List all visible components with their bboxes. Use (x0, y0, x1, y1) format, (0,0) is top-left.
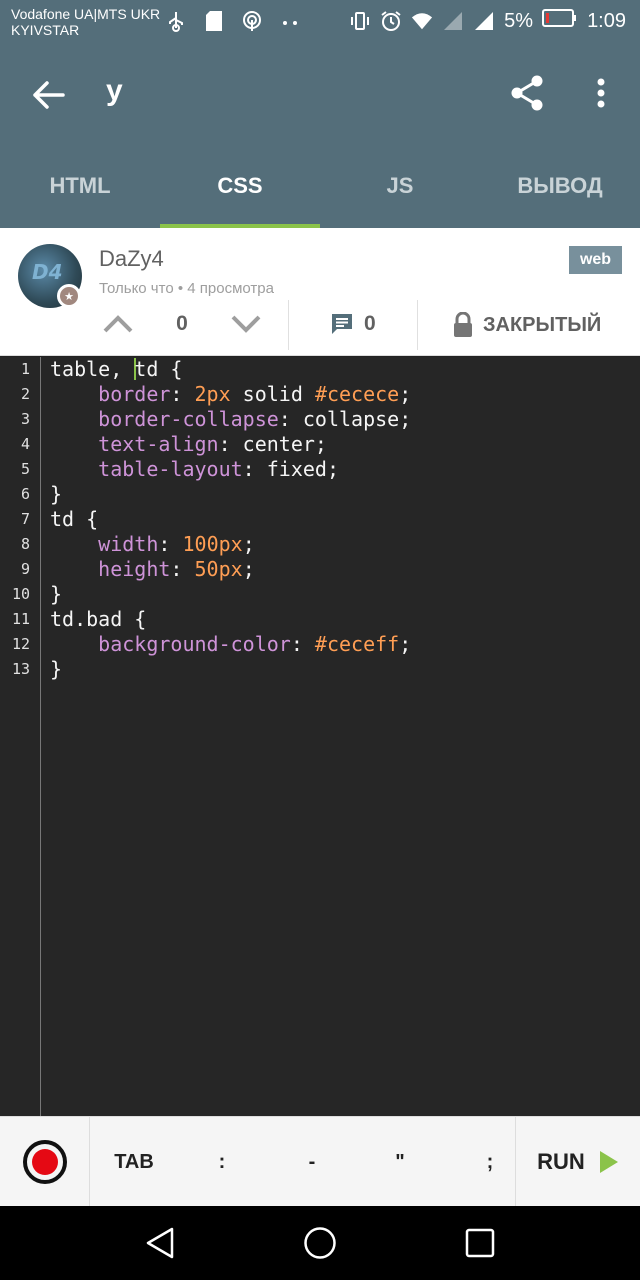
nav-recents-icon (465, 1228, 495, 1258)
quick-keys-bar: TAB : - " ; RUN (0, 1116, 640, 1207)
code-line: 2 border: 2px solid #cecece; (0, 382, 640, 407)
record-button[interactable] (0, 1117, 90, 1207)
author-name[interactable]: DaZy4 (99, 246, 164, 272)
arrow-back-icon (33, 81, 65, 109)
more-vert-icon (597, 78, 605, 108)
line-number: 5 (20, 460, 30, 478)
comment-count: 0 (364, 312, 376, 335)
key-semicolon[interactable]: ; (470, 1117, 510, 1207)
code-line: 7 td { (0, 507, 640, 532)
code-line: 8 width: 100px; (0, 532, 640, 557)
line-number: 3 (20, 410, 30, 428)
comments-button[interactable]: 0 (330, 312, 376, 336)
code-line: 4 text-align: center; (0, 432, 640, 457)
line-number: 7 (20, 510, 30, 528)
share-icon (511, 75, 543, 111)
line-number: 6 (20, 485, 30, 503)
vote-count: 0 (176, 312, 188, 335)
battery-percent: 5% (504, 9, 534, 32)
line-number: 11 (11, 610, 30, 628)
more-notifications-icon (279, 10, 301, 32)
nav-back-icon (146, 1227, 174, 1259)
key-dash[interactable]: - (292, 1117, 332, 1207)
battery-icon (542, 8, 578, 34)
line-number: 1 (20, 360, 30, 378)
line-number: 13 (11, 660, 30, 678)
code-line: 13 } (0, 657, 640, 682)
tab-css[interactable]: CSS (160, 144, 320, 228)
nav-back-button[interactable] (140, 1223, 180, 1263)
run-label: RUN (537, 1149, 585, 1174)
line-number: 9 (20, 560, 30, 578)
wifi-icon (411, 10, 433, 32)
run-button[interactable]: RUN (516, 1117, 640, 1207)
hotspot-icon (241, 10, 263, 32)
avatar-initials: D4 (32, 260, 63, 284)
signal-icon-1 (442, 10, 464, 32)
play-icon (599, 1151, 618, 1173)
line-number: 12 (11, 635, 30, 653)
clock: 1:09 (587, 9, 626, 32)
record-icon (22, 1140, 67, 1184)
more-options-button[interactable] (580, 72, 622, 114)
comment-icon (332, 314, 352, 334)
system-navigation-bar (0, 1206, 640, 1280)
tab-output[interactable]: ВЫВОД (480, 144, 640, 228)
language-tag: web (569, 246, 622, 274)
line-number: 8 (20, 535, 30, 553)
nav-home-button[interactable] (300, 1223, 340, 1263)
divider (417, 300, 418, 350)
nav-recents-button[interactable] (460, 1223, 500, 1263)
app-toolbar: y HTML CSS JS ВЫВОД (0, 44, 640, 228)
tab-html[interactable]: HTML (0, 144, 160, 228)
carrier-name: Vodafone UA|MTS UKR KYIVSTAR (11, 6, 161, 38)
key-quote[interactable]: " (380, 1117, 420, 1207)
nav-home-icon (304, 1227, 336, 1259)
post-meta: Только что • 4 просмотра (99, 280, 274, 297)
sd-card-icon (203, 10, 225, 32)
tab-js[interactable]: JS (320, 144, 480, 228)
code-editor[interactable]: 1 table, td { 2 border: 2px solid #cecec… (0, 357, 640, 1116)
share-button[interactable] (506, 72, 548, 114)
divider (288, 300, 289, 350)
line-number: 2 (20, 385, 30, 403)
downvote-button[interactable] (228, 306, 264, 342)
lock-icon (454, 312, 472, 337)
post-actions: 0 0 ЗАКРЫТЫЙ (0, 300, 640, 350)
locked-label: ЗАКРЫТЫЙ (483, 313, 602, 336)
alarm-icon (380, 10, 402, 32)
back-button[interactable] (28, 74, 70, 116)
signal-icon-2 (473, 10, 495, 32)
chevron-up-icon (103, 315, 133, 333)
upvote-button[interactable] (100, 306, 136, 342)
code-line: 6 } (0, 482, 640, 507)
code-line: 9 height: 50px; (0, 557, 640, 582)
key-tab[interactable]: TAB (104, 1117, 164, 1207)
usb-icon (165, 10, 187, 32)
editor-tabs: HTML CSS JS ВЫВОД (0, 144, 640, 228)
code-line: 1 table, td { (0, 357, 640, 382)
notification-icons (165, 10, 301, 32)
post-header: D4 ★ DaZy4 Только что • 4 просмотра web … (0, 228, 640, 356)
code-line: 11 td.bad { (0, 607, 640, 632)
line-number: 10 (11, 585, 30, 603)
system-icons: 5% 1:09 (349, 8, 626, 34)
code-line: 3 border-collapse: collapse; (0, 407, 640, 432)
chevron-down-icon (231, 315, 261, 333)
page-title: y (106, 74, 123, 107)
status-bar: Vodafone UA|MTS UKR KYIVSTAR 5% 1:09 (0, 0, 640, 44)
key-colon[interactable]: : (202, 1117, 242, 1207)
locked-status: ЗАКРЫТЫЙ (453, 312, 601, 338)
code-line: 5 table-layout: fixed; (0, 457, 640, 482)
vibrate-icon (349, 10, 371, 32)
code-line: 12 background-color: #ceceff; (0, 632, 640, 657)
code-line: 10 } (0, 582, 640, 607)
line-number: 4 (20, 435, 30, 453)
